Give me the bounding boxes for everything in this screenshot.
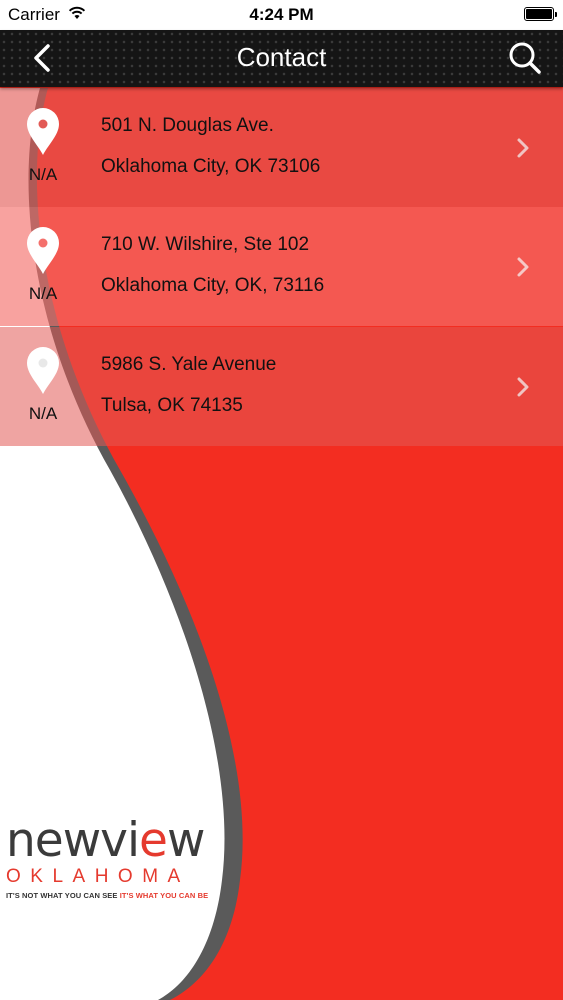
address-line1: 710 W. Wilshire, Ste 102 xyxy=(101,234,310,255)
logo-wordmark: newview xyxy=(6,813,205,868)
chevron-right-icon xyxy=(517,138,529,158)
location-row[interactable]: N/A 710 W. Wilshire, Ste 102 Oklahoma Ci… xyxy=(0,207,563,326)
address-line1: 501 N. Douglas Ave. xyxy=(101,115,274,136)
back-chevron-icon[interactable] xyxy=(22,38,62,78)
map-pin-icon xyxy=(27,347,59,394)
location-row[interactable]: N/A 5986 S. Yale Avenue Tulsa, OK 74135 xyxy=(0,327,563,446)
navigation-bar: Contact xyxy=(0,30,563,87)
battery-icon xyxy=(524,7,557,21)
address-line2: Oklahoma City, OK, 73116 xyxy=(101,275,325,296)
status-bar: Carrier 4:24 PM xyxy=(0,0,563,30)
address-line2: Oklahoma City, OK 73106 xyxy=(101,156,321,177)
newview-oklahoma-logo: newview OKLAHOMA IT'S NOT WHAT YOU CAN S… xyxy=(6,813,236,900)
logo-tagline: IT'S NOT WHAT YOU CAN SEE IT'S WHAT YOU … xyxy=(6,891,209,900)
distance-label: N/A xyxy=(28,284,58,303)
page-title: Contact xyxy=(236,42,327,72)
map-pin-icon xyxy=(27,108,59,155)
chevron-right-icon xyxy=(517,377,529,397)
distance-label: N/A xyxy=(28,165,58,184)
distance-label: N/A xyxy=(28,404,58,423)
logo-state: OKLAHOMA xyxy=(6,866,190,887)
map-pin-icon xyxy=(27,227,59,274)
location-row[interactable]: N/A 501 N. Douglas Ave. Oklahoma City, O… xyxy=(0,88,563,207)
address-line1: 5986 S. Yale Avenue xyxy=(101,354,277,375)
search-icon[interactable] xyxy=(505,38,545,78)
chevron-right-icon xyxy=(517,257,529,277)
status-time: 4:24 PM xyxy=(249,5,314,24)
address-line2: Tulsa, OK 74135 xyxy=(101,395,243,416)
